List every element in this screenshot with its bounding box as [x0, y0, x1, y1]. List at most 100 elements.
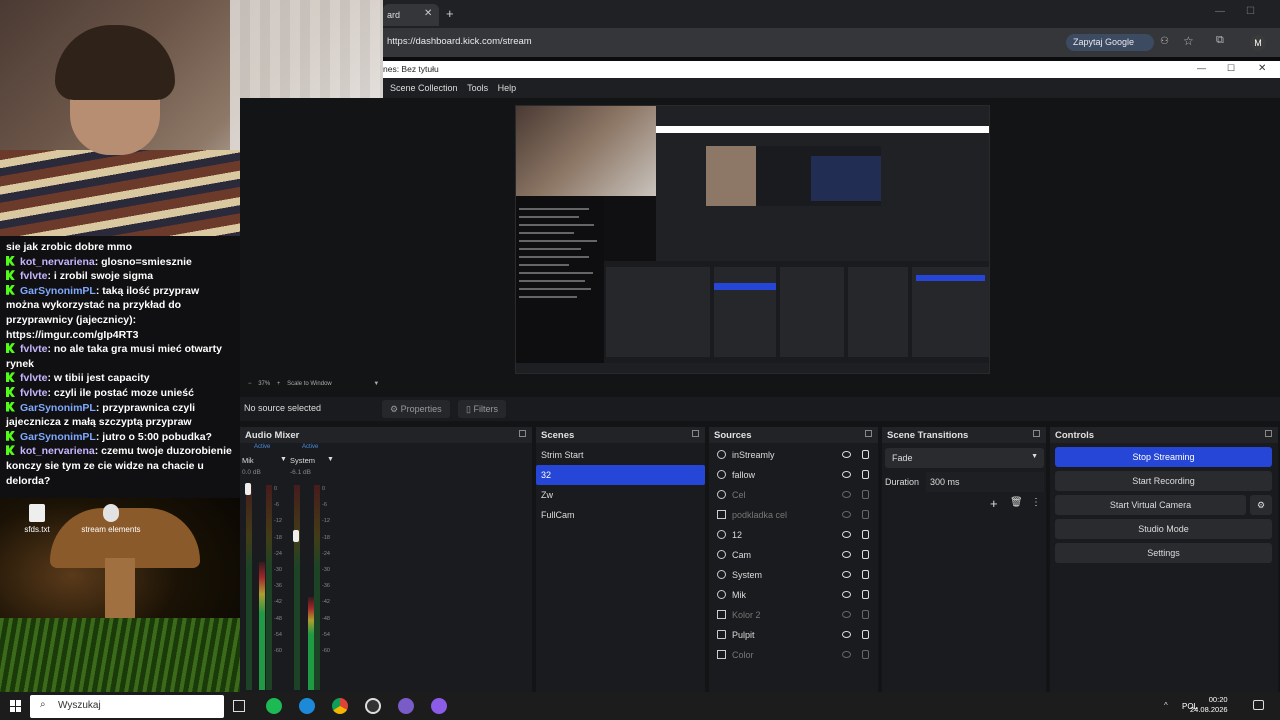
minimize-icon[interactable]: — — [1215, 6, 1225, 17]
eye-hidden-icon[interactable] — [842, 611, 851, 618]
profile-avatar[interactable]: M — [1250, 35, 1266, 51]
zoom-out-icon[interactable]: − — [248, 381, 252, 387]
edge-icon[interactable] — [299, 698, 315, 714]
channel-menu-icon[interactable]: ▼ — [280, 456, 287, 463]
lock-icon[interactable] — [862, 510, 869, 519]
start-virtual-camera-button[interactable]: Start Virtual Camera — [1055, 495, 1246, 515]
source-item[interactable]: podkladka cel — [709, 505, 878, 525]
source-item[interactable]: Color — [709, 645, 878, 665]
eye-icon[interactable] — [842, 591, 851, 598]
chat-username: kot_nervariena — [20, 255, 95, 268]
lock-icon[interactable] — [862, 630, 869, 639]
lock-icon[interactable] — [862, 550, 869, 559]
eye-hidden-icon[interactable] — [842, 491, 851, 498]
filters-button[interactable]: ▯ Filters — [458, 400, 506, 418]
spotify-icon[interactable] — [266, 698, 282, 714]
source-item[interactable]: Pulpit — [709, 625, 878, 645]
obs-preview[interactable] — [515, 105, 990, 374]
scene-item[interactable]: FullCam — [536, 505, 705, 525]
lock-icon[interactable] — [862, 530, 869, 539]
source-item[interactable]: fallow — [709, 465, 878, 485]
lock-icon[interactable] — [862, 490, 869, 499]
studio-mode-button[interactable]: Studio Mode — [1055, 519, 1272, 539]
lock-icon[interactable] — [862, 610, 869, 619]
extensions-icon[interactable]: ⧉ — [1216, 34, 1224, 47]
scale-dropdown-icon[interactable]: ▼ — [373, 381, 379, 387]
kick-logo-icon — [6, 372, 15, 383]
preview-taskbar — [516, 363, 989, 373]
settings-button[interactable]: Settings — [1055, 543, 1272, 563]
app-icon[interactable] — [398, 698, 414, 714]
task-view-icon[interactable] — [233, 700, 245, 712]
new-tab-icon[interactable]: + — [446, 6, 454, 21]
menu-scene-collection[interactable]: Scene Collection — [390, 83, 458, 93]
windows-start-icon[interactable] — [10, 700, 22, 712]
channel-menu-icon[interactable]: ▼ — [327, 456, 334, 463]
obs-minimize-icon[interactable]: — — [1197, 63, 1206, 73]
properties-button[interactable]: ⚙ Properties — [382, 400, 450, 418]
dock-float-icon[interactable] — [519, 430, 526, 437]
tray-chevron-icon[interactable]: ^ — [1164, 701, 1168, 710]
duration-input[interactable]: 300 ms — [926, 472, 1044, 492]
lock-icon[interactable] — [862, 650, 869, 659]
volume-slider-handle[interactable] — [245, 483, 251, 495]
lock-icon[interactable] — [862, 450, 869, 459]
taskbar-search[interactable]: ⌕ Wyszukaj — [30, 695, 224, 718]
transition-select[interactable]: Fade ▼ — [885, 448, 1044, 468]
virtual-camera-settings-gear-icon[interactable]: ⚙ — [1250, 495, 1272, 515]
start-recording-button[interactable]: Start Recording — [1055, 471, 1272, 491]
kick-logo-icon — [6, 445, 15, 456]
scene-item-selected[interactable]: 32 — [536, 465, 705, 485]
dock-float-icon[interactable] — [865, 430, 872, 437]
source-item[interactable]: inStreamly — [709, 445, 878, 465]
incognito-icon[interactable]: ⚇ — [1160, 36, 1169, 47]
obs-close-icon[interactable]: ✕ — [1258, 63, 1266, 74]
tab-close-icon[interactable]: ✕ — [424, 8, 432, 19]
source-item[interactable]: Cel — [709, 485, 878, 505]
menu-help[interactable]: Help — [498, 83, 517, 93]
eye-hidden-icon[interactable] — [842, 511, 851, 518]
clock[interactable]: 00:20 24.08.2026 — [1190, 695, 1228, 715]
eye-icon[interactable] — [842, 631, 851, 638]
add-transition-icon[interactable]: + — [990, 496, 998, 511]
eye-icon[interactable] — [842, 471, 851, 478]
scene-item[interactable]: Strim Start — [536, 445, 705, 465]
eye-hidden-icon[interactable] — [842, 651, 851, 658]
more-options-icon[interactable]: ⋮ — [1031, 497, 1041, 508]
transitions-title: Scene Transitions — [887, 430, 969, 441]
chrome-icon[interactable] — [332, 698, 348, 714]
dock-float-icon[interactable] — [692, 430, 699, 437]
menu-tools[interactable]: Tools — [467, 83, 488, 93]
kick-logo-icon — [6, 401, 15, 412]
source-item[interactable]: Cam — [709, 545, 878, 565]
lock-icon[interactable] — [862, 570, 869, 579]
maximize-icon[interactable]: ☐ — [1246, 6, 1255, 17]
scene-item[interactable]: Zw — [536, 485, 705, 505]
ask-google-button[interactable]: Zapytaj Google — [1066, 34, 1154, 51]
desktop-icon-sfds[interactable]: sfds.txt — [2, 504, 72, 534]
dock-float-icon[interactable] — [1265, 430, 1272, 437]
desktop-icon-stream-elements[interactable]: stream elements — [76, 504, 146, 534]
source-item[interactable]: System — [709, 565, 878, 585]
trash-icon[interactable]: 🗑 — [1010, 497, 1023, 508]
zoom-in-icon[interactable]: + — [277, 381, 281, 387]
chat-message: fvlvte: w tibii jest capacity — [6, 371, 234, 386]
eye-icon[interactable] — [842, 531, 851, 538]
source-item[interactable]: 12 — [709, 525, 878, 545]
notifications-icon[interactable] — [1253, 700, 1264, 710]
obs-maximize-icon[interactable]: ☐ — [1227, 63, 1235, 74]
volume-slider-handle[interactable] — [293, 530, 299, 542]
eye-icon[interactable] — [842, 451, 851, 458]
dock-float-icon[interactable] — [1033, 430, 1040, 437]
lock-icon[interactable] — [862, 470, 869, 479]
eye-icon[interactable] — [842, 571, 851, 578]
lock-icon[interactable] — [862, 590, 869, 599]
eye-icon[interactable] — [842, 551, 851, 558]
url-field[interactable]: https://dashboard.kick.com/stream — [387, 36, 532, 47]
source-item[interactable]: Mik — [709, 585, 878, 605]
source-item[interactable]: Kolor 2 — [709, 605, 878, 625]
stop-streaming-button[interactable]: Stop Streaming — [1055, 447, 1272, 467]
obs-icon[interactable] — [365, 698, 381, 714]
bookmark-star-icon[interactable]: ☆ — [1183, 34, 1194, 48]
app-icon[interactable] — [431, 698, 447, 714]
